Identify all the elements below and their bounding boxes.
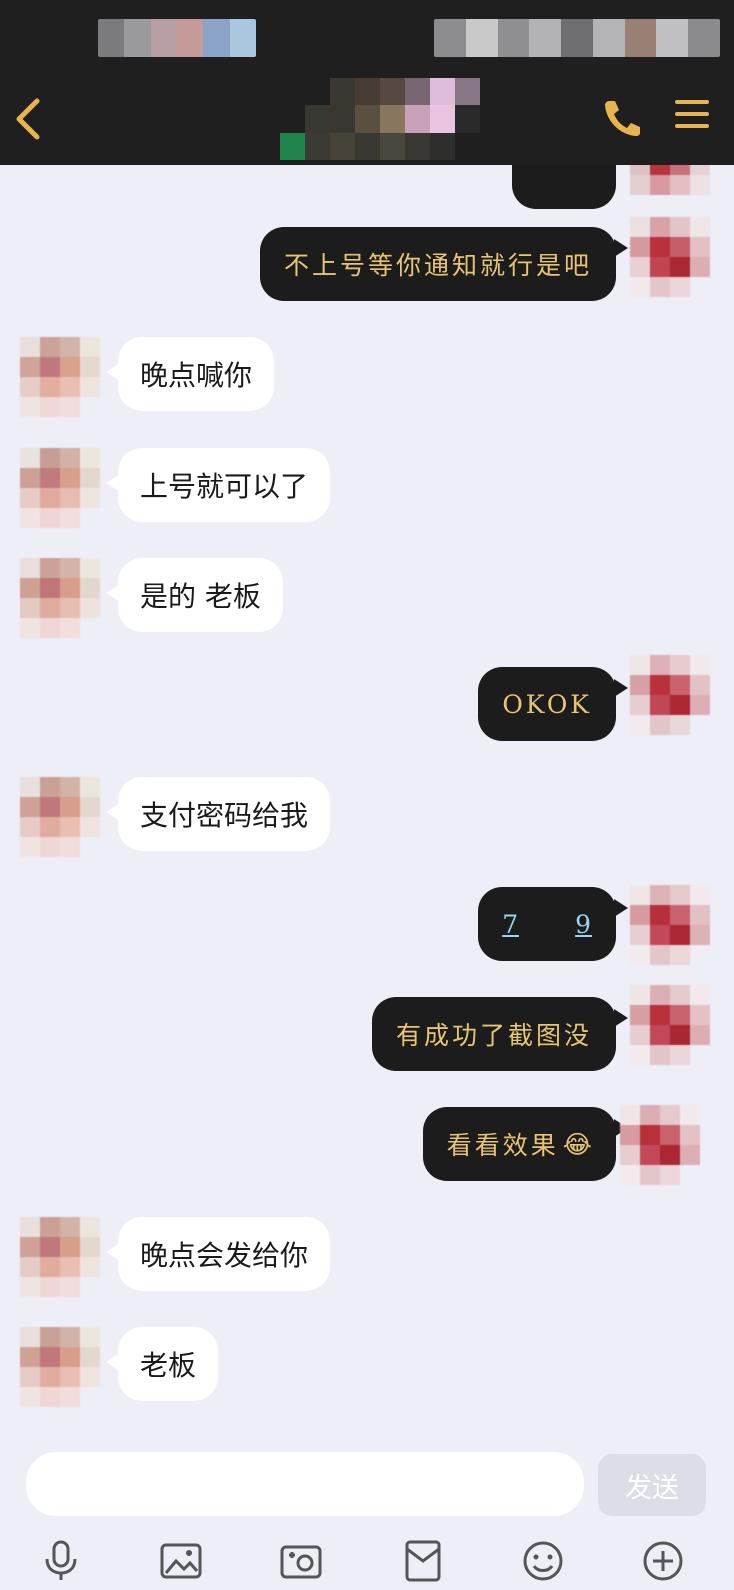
red-packet-button[interactable] — [400, 1538, 446, 1584]
image-button[interactable] — [158, 1538, 204, 1584]
message-bubble[interactable]: 晚点喊你 — [118, 337, 275, 411]
call-button[interactable] — [600, 96, 644, 140]
contact-name-redacted — [280, 78, 480, 160]
message-bubble[interactable]: 不上号等你通知就行是吧 — [259, 227, 616, 301]
status-bar-right — [434, 19, 720, 57]
menu-icon — [675, 100, 709, 128]
avatar-contact[interactable] — [20, 1217, 100, 1297]
avatar-contact[interactable] — [20, 558, 100, 638]
message-bubble[interactable]: 支付密码给我 — [118, 777, 331, 851]
avatar-self[interactable] — [630, 985, 710, 1065]
camera-icon — [280, 1545, 322, 1579]
laughing-tears-emoji-icon: 😂 — [562, 1129, 592, 1159]
chevron-left-icon — [16, 98, 40, 140]
message-text-prefix: 7 — [502, 909, 520, 939]
composer: 发送 — [0, 1430, 734, 1590]
smile-icon — [523, 1541, 563, 1581]
message-input[interactable] — [26, 1452, 584, 1516]
phone-icon — [605, 101, 640, 136]
avatar-self[interactable] — [630, 217, 710, 297]
message-bubble[interactable]: 看看效果 😂 — [422, 1107, 616, 1181]
camera-button[interactable] — [278, 1538, 324, 1584]
status-bar-left — [98, 19, 256, 57]
avatar-self[interactable] — [630, 165, 710, 215]
message-list[interactable]: 不上号等你通知就行是吧 晚点喊你 上号就可以了 是的 老板 OKOK 支付密码给… — [0, 165, 734, 1430]
menu-button[interactable] — [674, 98, 718, 138]
message-bubble[interactable]: 上号就可以了 — [118, 448, 331, 522]
message-text: 看看效果 — [446, 1131, 559, 1160]
avatar-self[interactable] — [620, 1105, 700, 1185]
back-button[interactable] — [8, 95, 48, 143]
message-bubble[interactable]: 有成功了截图没 — [371, 997, 616, 1071]
avatar-self[interactable] — [630, 655, 710, 735]
message-bubble[interactable]: 老板 — [118, 1327, 219, 1401]
avatar-contact[interactable] — [20, 777, 100, 857]
redacted-block — [519, 911, 576, 937]
image-icon — [160, 1543, 202, 1579]
emoji-button[interactable] — [520, 1538, 566, 1584]
message-bubble[interactable]: 晚点会发给你 — [118, 1217, 331, 1291]
message-text-suffix: 9 — [575, 909, 592, 939]
message-bubble[interactable]: 是的 老板 — [118, 558, 283, 632]
chat-header — [0, 0, 734, 165]
microphone-icon — [45, 1540, 77, 1580]
red-packet-icon — [405, 1540, 441, 1582]
more-button[interactable] — [640, 1538, 686, 1584]
avatar-self[interactable] — [630, 885, 710, 965]
voice-button[interactable] — [38, 1538, 84, 1584]
avatar-contact[interactable] — [20, 337, 100, 417]
message-bubble[interactable] — [512, 165, 616, 209]
plus-icon — [643, 1541, 683, 1581]
avatar-contact[interactable] — [20, 448, 100, 528]
message-bubble[interactable]: OKOK — [478, 667, 616, 741]
message-bubble[interactable]: 79 — [478, 887, 616, 961]
avatar-contact[interactable] — [20, 1327, 100, 1407]
send-button[interactable]: 发送 — [598, 1454, 706, 1516]
